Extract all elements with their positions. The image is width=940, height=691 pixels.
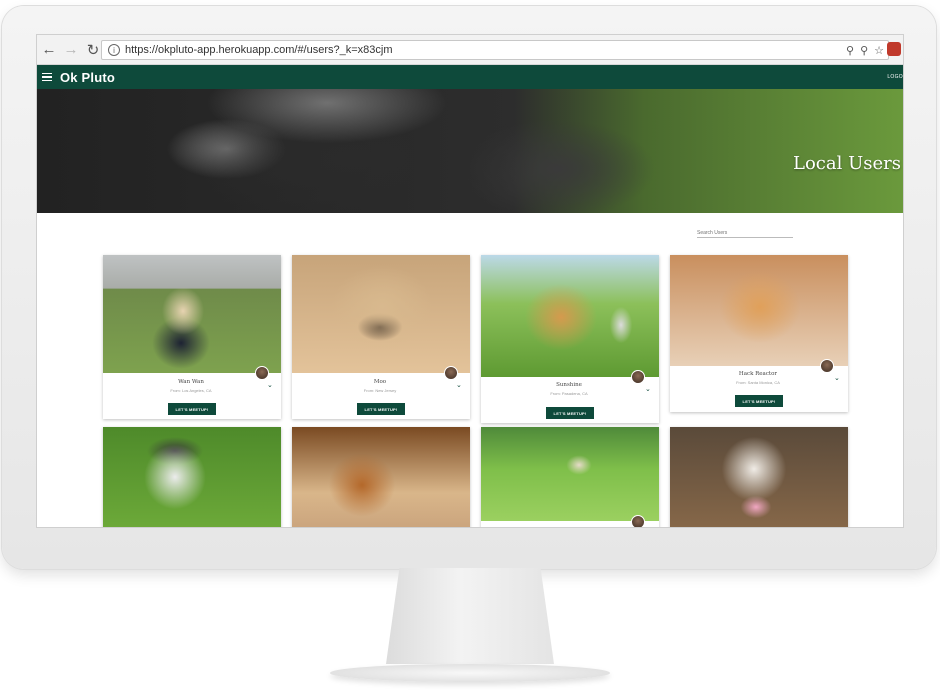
user-card bbox=[292, 427, 470, 527]
user-card bbox=[481, 427, 659, 527]
user-name: Wan Wan bbox=[178, 379, 204, 385]
avatar[interactable] bbox=[444, 366, 458, 380]
dog-photo[interactable] bbox=[292, 255, 470, 373]
user-card: ⌄ Wan Wan From: Los Angeles, CA LET'S ME… bbox=[103, 255, 281, 419]
brand-logo[interactable]: Ok Pluto bbox=[60, 70, 115, 85]
dog-photo[interactable] bbox=[670, 427, 848, 527]
url-text: https://okpluto-app.herokuapp.com/#/user… bbox=[125, 44, 393, 56]
dog-photo[interactable] bbox=[481, 427, 659, 521]
address-bar[interactable]: i https://okpluto-app.herokuapp.com/#/us… bbox=[101, 40, 889, 60]
user-card bbox=[670, 427, 848, 527]
user-location: From: Santa Monica, CA bbox=[736, 380, 780, 385]
avatar[interactable] bbox=[631, 515, 645, 527]
chevron-down-icon[interactable]: ⌄ bbox=[834, 374, 840, 382]
chevron-down-icon[interactable]: ⌄ bbox=[645, 385, 651, 393]
star-icon[interactable]: ☆ bbox=[874, 44, 884, 57]
arrow-right-icon[interactable]: → bbox=[61, 40, 81, 60]
app-header: Ok Pluto LOGO bbox=[37, 65, 903, 89]
meetup-button[interactable]: LET'S MEETUP! bbox=[546, 407, 594, 419]
pin-icon[interactable]: ⚲ bbox=[860, 44, 868, 57]
screen: ← → ↻ i https://okpluto-app.herokuapp.co… bbox=[36, 34, 904, 528]
user-location: From: Los Angeles, CA bbox=[170, 388, 212, 393]
avatar[interactable] bbox=[255, 366, 269, 380]
hero-banner: Local Users bbox=[37, 89, 903, 213]
address-bar-actions: ⚲ ⚲ ☆ bbox=[846, 44, 884, 57]
browser-toolbar: ← → ↻ i https://okpluto-app.herokuapp.co… bbox=[37, 35, 903, 65]
dog-photo[interactable] bbox=[103, 255, 281, 373]
user-location: From: New Jersey bbox=[363, 388, 397, 393]
dog-photo[interactable] bbox=[292, 427, 470, 527]
logout-link[interactable]: LOGO bbox=[887, 74, 903, 80]
user-name: Sunshine bbox=[556, 382, 582, 388]
dog-photo[interactable] bbox=[670, 255, 848, 366]
user-location: From: Pasadena, CA bbox=[550, 391, 588, 396]
avatar[interactable] bbox=[820, 359, 834, 373]
arrow-left-icon[interactable]: ← bbox=[39, 40, 59, 60]
user-name: Hack Reactor bbox=[738, 371, 778, 377]
dog-photo[interactable] bbox=[481, 255, 659, 377]
info-icon[interactable]: i bbox=[108, 44, 120, 56]
extension-icon[interactable] bbox=[887, 42, 901, 56]
user-card bbox=[103, 427, 281, 527]
avatar[interactable] bbox=[631, 370, 645, 384]
meetup-button[interactable]: LET'S MEETUP! bbox=[735, 395, 783, 407]
user-name: Moo bbox=[373, 379, 387, 385]
chevron-down-icon[interactable]: ⌄ bbox=[456, 381, 462, 389]
user-card: ⌄ Sunshine From: Pasadena, CA LET'S MEET… bbox=[481, 255, 659, 423]
user-card: ⌄ Moo From: New Jersey LET'S MEETUP! bbox=[292, 255, 470, 419]
chevron-down-icon[interactable]: ⌄ bbox=[267, 381, 273, 389]
meetup-button[interactable]: LET'S MEETUP! bbox=[168, 403, 216, 415]
hamburger-menu-icon[interactable] bbox=[42, 72, 52, 82]
reload-icon[interactable]: ↻ bbox=[83, 40, 103, 60]
user-card: ⌄ Hack Reactor From: Santa Monica, CA LE… bbox=[670, 255, 848, 412]
monitor-stand bbox=[386, 568, 554, 664]
zoom-icon[interactable]: ⚲ bbox=[846, 44, 854, 57]
page-title: Local Users bbox=[793, 153, 901, 174]
dog-photo[interactable] bbox=[103, 427, 281, 527]
monitor-base bbox=[330, 664, 610, 682]
search-input[interactable] bbox=[697, 228, 793, 238]
meetup-button[interactable]: LET'S MEETUP! bbox=[357, 403, 405, 415]
